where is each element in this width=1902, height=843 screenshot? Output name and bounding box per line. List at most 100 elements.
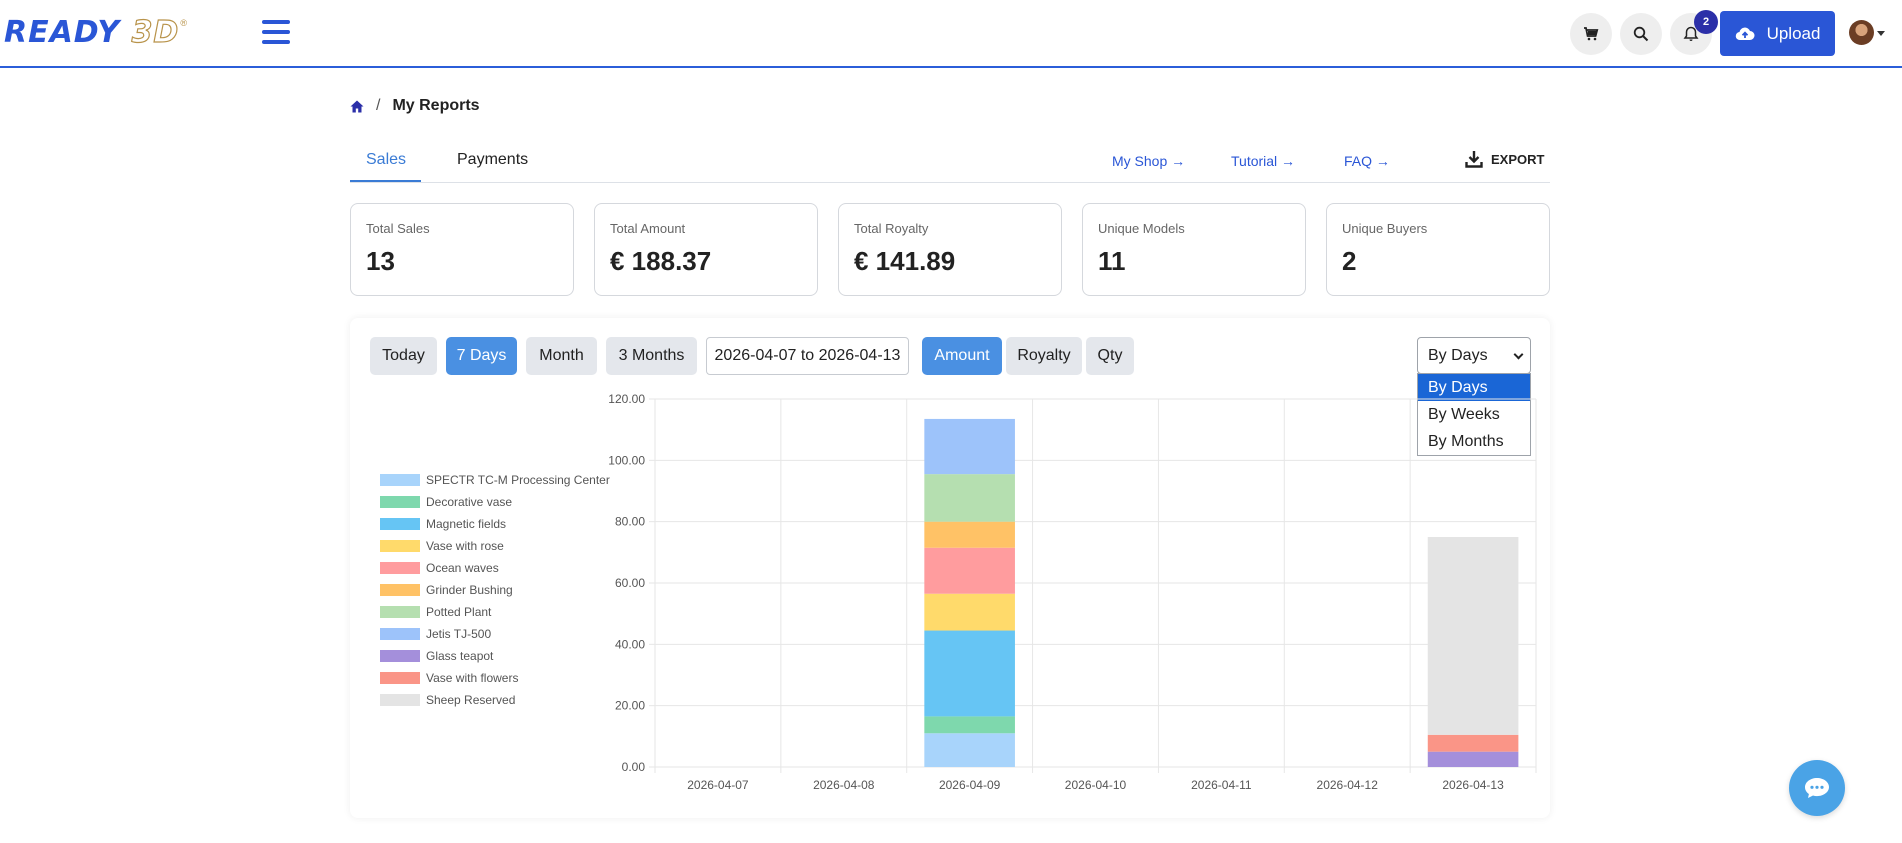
home-icon[interactable] (350, 100, 364, 113)
y-tick-label: 120.00 (608, 392, 645, 406)
upload-label: Upload (1766, 23, 1821, 43)
range-3-months-button[interactable]: 3 Months (606, 337, 697, 375)
legend-swatch (380, 518, 420, 530)
metric-royalty-button[interactable]: Royalty (1006, 337, 1082, 375)
stat-label: Total Royalty (854, 221, 929, 236)
stat-label: Total Amount (610, 221, 686, 236)
download-icon (1465, 151, 1483, 168)
logo-text: READY 3D (4, 14, 180, 50)
bar-segment (1427, 751, 1519, 767)
date-range-input[interactable]: 2026-04-07 to 2026-04-13 (706, 337, 909, 375)
grouping-select[interactable]: By Days (1417, 337, 1531, 374)
legend-item[interactable]: Sheep Reserved (380, 693, 515, 707)
notification-badge: 2 (1694, 10, 1718, 34)
y-tick-label: 40.00 (615, 637, 645, 651)
menu-icon[interactable] (262, 20, 290, 44)
range-today-button[interactable]: Today (370, 337, 437, 375)
y-tick-label: 100.00 (608, 453, 645, 467)
tutorial-link[interactable]: Tutorial → (1231, 153, 1295, 169)
stat-card-total-sales: Total Sales 13 (350, 203, 574, 296)
legend-item[interactable]: Grinder Bushing (380, 583, 513, 597)
legend-label: Decorative vase (426, 495, 513, 509)
legend-label: Ocean waves (426, 561, 499, 575)
legend-item[interactable]: Magnetic fields (380, 517, 506, 531)
tab-sales[interactable]: Sales (366, 151, 406, 169)
bar-segment (924, 593, 1015, 631)
legend-label: SPECTR TC-M Processing Center (426, 473, 610, 487)
bar-segment (924, 418, 1015, 475)
legend-item[interactable]: SPECTR TC-M Processing Center (380, 473, 610, 487)
x-tick-label: 2026-04-12 (1317, 778, 1379, 792)
x-tick-label: 2026-04-08 (813, 778, 875, 792)
legend-item[interactable]: Ocean waves (380, 561, 499, 575)
range-7-days-button[interactable]: 7 Days (446, 337, 517, 375)
report-tabs: Sales Payments My Shop → Tutorial → FAQ … (350, 140, 1550, 183)
range-month-button[interactable]: Month (526, 337, 597, 375)
metric-amount-button[interactable]: Amount (922, 337, 1002, 375)
bar-segment (924, 733, 1015, 767)
legend-swatch (380, 584, 420, 596)
legend-label: Sheep Reserved (426, 693, 516, 707)
legend-item[interactable]: Vase with flowers (380, 671, 518, 685)
bar-segment (924, 521, 1015, 548)
export-button[interactable]: EXPORT (1465, 150, 1544, 168)
my-shop-link[interactable]: My Shop → (1112, 153, 1185, 169)
stat-label: Total Sales (366, 221, 430, 236)
breadcrumb-separator: / (376, 97, 381, 114)
legend-swatch (380, 496, 420, 508)
legend-item[interactable]: Potted Plant (380, 605, 491, 619)
stat-card-total-amount: Total Amount € 188.37 (594, 203, 818, 296)
registered-mark: ® (180, 18, 187, 28)
search-button[interactable] (1620, 13, 1662, 55)
y-tick-label: 0.00 (622, 760, 646, 774)
legend-swatch (380, 650, 420, 662)
legend-swatch (380, 606, 420, 618)
legend-swatch (380, 628, 420, 640)
bar-segment (924, 547, 1015, 594)
legend-label: Potted Plant (426, 605, 492, 619)
cart-button[interactable] (1570, 13, 1612, 55)
bar-segment (924, 716, 1015, 734)
breadcrumb: / My Reports (350, 97, 480, 115)
stat-card-unique-models: Unique Models 11 (1082, 203, 1306, 296)
bar-segment (924, 474, 1015, 522)
top-navbar: READY 3D ® 2 Upload (0, 0, 1902, 68)
stat-label: Unique Buyers (1342, 221, 1428, 236)
ready3d-logo[interactable]: READY 3D ® (4, 14, 187, 50)
legend-swatch (380, 672, 420, 684)
legend-swatch (380, 474, 420, 486)
search-icon (1633, 26, 1649, 42)
stat-card-unique-buyers: Unique Buyers 2 (1326, 203, 1550, 296)
legend-item[interactable]: Vase with rose (380, 539, 504, 553)
stat-value: 11 (1098, 246, 1126, 276)
chevron-down-icon[interactable] (1877, 31, 1885, 36)
cart-icon (1584, 27, 1599, 41)
faq-link[interactable]: FAQ → (1344, 153, 1390, 169)
avatar[interactable] (1849, 20, 1874, 45)
x-tick-label: 2026-04-13 (1442, 778, 1504, 792)
legend-label: Vase with rose (426, 539, 504, 553)
legend-label: Magnetic fields (426, 517, 507, 531)
metric-qty-button[interactable]: Qty (1086, 337, 1134, 375)
bar-segment (924, 630, 1015, 717)
legend-item[interactable]: Glass teapot (380, 649, 493, 663)
cloud-upload-icon (1735, 27, 1755, 40)
stat-value: 2 (1342, 246, 1357, 276)
legend-label: Glass teapot (426, 649, 494, 663)
chat-icon (1805, 778, 1829, 798)
grouping-selected-value: By Days (1428, 346, 1488, 364)
stat-value: € 141.89 (854, 246, 956, 276)
legend-item[interactable]: Decorative vase (380, 495, 512, 509)
legend-item[interactable]: Jetis TJ-500 (380, 627, 491, 641)
bar-segment (1427, 537, 1519, 735)
legend-label: Vase with flowers (426, 671, 519, 685)
upload-button[interactable]: Upload (1720, 11, 1835, 56)
x-tick-label: 2026-04-11 (1191, 778, 1252, 792)
tab-payments[interactable]: Payments (457, 151, 528, 169)
active-tab-indicator (350, 180, 421, 182)
chevron-down-icon (1513, 349, 1524, 360)
notifications-button[interactable]: 2 (1670, 10, 1718, 55)
chat-button[interactable] (1789, 760, 1845, 816)
stat-card-total-royalty: Total Royalty € 141.89 (838, 203, 1062, 296)
x-tick-label: 2026-04-10 (1065, 778, 1127, 792)
